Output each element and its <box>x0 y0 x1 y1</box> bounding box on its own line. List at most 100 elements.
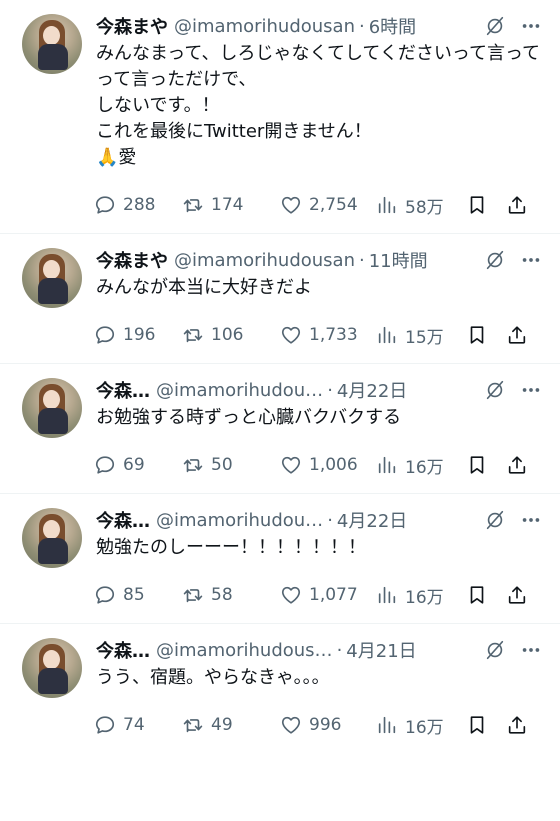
retweet-button[interactable]: 174 <box>182 194 280 216</box>
bookmark-button[interactable] <box>466 584 506 606</box>
like-button[interactable]: 996 <box>280 714 376 736</box>
display-name[interactable]: 今森… <box>96 507 150 533</box>
views-button[interactable]: 16万 <box>376 583 466 608</box>
user-handle[interactable]: @imamorihudous… <box>156 640 333 661</box>
tweet-text: お勉強する時ずっと心臓バクバクする <box>96 407 402 428</box>
avatar[interactable] <box>22 14 82 74</box>
reply-icon <box>95 326 115 344</box>
grok-icon[interactable] <box>482 507 508 533</box>
reply-count: 85 <box>123 585 145 605</box>
separator-dot: · <box>327 509 333 531</box>
retweet-button[interactable]: 49 <box>182 714 280 736</box>
retweet-button[interactable]: 58 <box>182 584 280 606</box>
grok-icon[interactable] <box>482 13 508 39</box>
display-name[interactable]: 今森まや <box>96 247 168 273</box>
display-name[interactable]: 今森まや <box>96 13 168 39</box>
reply-button[interactable]: 74 <box>94 714 182 736</box>
views-chart-icon <box>378 586 396 604</box>
avatar[interactable] <box>22 638 82 698</box>
reply-button[interactable]: 288 <box>94 194 182 216</box>
reply-button[interactable]: 196 <box>94 324 182 346</box>
tweet-header: 今森まや @imamorihudousan · 6時間 <box>96 12 544 40</box>
heart-icon <box>281 716 301 734</box>
share-button[interactable] <box>506 454 534 476</box>
tweet[interactable]: 今森… @imamorihudou… · 4月22日 勉強たのしーーー！！！！！… <box>0 494 560 624</box>
bookmark-button[interactable] <box>466 454 506 476</box>
views-chart-icon <box>378 456 396 474</box>
views-count: 15万 <box>405 327 444 348</box>
share-button[interactable] <box>506 324 534 346</box>
tweet-actions: 85 58 1,077 16万 <box>94 573 554 617</box>
more-options-icon[interactable] <box>518 637 544 663</box>
views-button[interactable]: 16万 <box>376 453 466 478</box>
retweet-count: 58 <box>211 585 233 605</box>
tweet[interactable]: 今森まや @imamorihudousan · 6時間 みんなまって、しろじゃな… <box>0 0 560 234</box>
tweet[interactable]: 今森… @imamorihudous… · 4月21日 うう、宿題。やらなきゃ。… <box>0 624 560 747</box>
more-options-icon[interactable] <box>518 247 544 273</box>
timestamp[interactable]: 4月22日 <box>337 507 407 533</box>
views-button[interactable]: 15万 <box>376 323 466 348</box>
retweet-button[interactable]: 106 <box>182 324 280 346</box>
tweet-text: みんなまって、しろじゃなくてしてくださいって言ってって言っただけで、 しないです… <box>96 43 541 168</box>
like-button[interactable]: 2,754 <box>280 194 376 216</box>
more-options-icon[interactable] <box>518 377 544 403</box>
retweet-icon <box>183 459 203 473</box>
reply-button[interactable]: 69 <box>94 454 182 476</box>
timestamp[interactable]: 4月22日 <box>337 377 407 403</box>
bookmark-icon <box>470 196 484 214</box>
heart-icon <box>281 326 301 344</box>
avatar[interactable] <box>22 378 82 438</box>
like-count: 1,006 <box>309 455 358 475</box>
views-chart-icon <box>378 326 396 344</box>
bookmark-button[interactable] <box>466 714 506 736</box>
tweet[interactable]: 今森… @imamorihudou… · 4月22日 お勉強する時ずっと心臓バク… <box>0 364 560 494</box>
timestamp[interactable]: 11時間 <box>369 247 428 273</box>
like-button[interactable]: 1,077 <box>280 584 376 606</box>
views-chart-icon <box>378 716 396 734</box>
user-handle[interactable]: @imamorihudou… <box>156 510 323 531</box>
tweet[interactable]: 今森まや @imamorihudousan · 11時間 みんなが本当に大好きだ… <box>0 234 560 364</box>
user-handle[interactable]: @imamorihudousan <box>174 250 355 271</box>
grok-icon[interactable] <box>482 247 508 273</box>
more-options-icon[interactable] <box>518 13 544 39</box>
tweet-actions: 69 50 1,006 16万 <box>94 443 554 487</box>
like-button[interactable]: 1,006 <box>280 454 376 476</box>
views-button[interactable]: 58万 <box>376 193 466 218</box>
views-count: 16万 <box>405 587 444 608</box>
timestamp[interactable]: 4月21日 <box>346 637 416 663</box>
heart-icon <box>281 586 301 604</box>
retweet-icon <box>183 329 203 343</box>
share-icon <box>508 586 526 604</box>
bookmark-icon <box>470 326 484 344</box>
like-button[interactable]: 1,733 <box>280 324 376 346</box>
share-button[interactable] <box>506 584 534 606</box>
retweet-count: 50 <box>211 455 233 475</box>
share-icon <box>508 196 526 214</box>
separator-dot: · <box>336 639 343 661</box>
timestamp[interactable]: 6時間 <box>369 13 416 39</box>
avatar[interactable] <box>22 248 82 308</box>
bookmark-icon <box>470 586 484 604</box>
timeline: 今森まや @imamorihudousan · 6時間 みんなまって、しろじゃな… <box>0 0 560 747</box>
heart-icon <box>281 196 301 214</box>
share-button[interactable] <box>506 714 534 736</box>
retweet-icon <box>183 719 203 733</box>
bookmark-button[interactable] <box>466 324 506 346</box>
more-options-icon[interactable] <box>518 507 544 533</box>
display-name[interactable]: 今森… <box>96 377 150 403</box>
views-button[interactable]: 16万 <box>376 713 466 738</box>
display-name[interactable]: 今森… <box>96 637 150 663</box>
tweet-text: うう、宿題。やらなきゃ。。。 <box>96 667 330 688</box>
views-count: 16万 <box>405 717 444 738</box>
grok-icon[interactable] <box>482 377 508 403</box>
share-button[interactable] <box>506 194 534 216</box>
avatar[interactable] <box>22 508 82 568</box>
retweet-button[interactable]: 50 <box>182 454 280 476</box>
bookmark-button[interactable] <box>466 194 506 216</box>
grok-icon[interactable] <box>482 637 508 663</box>
user-handle[interactable]: @imamorihudousan <box>174 16 355 37</box>
reply-button[interactable]: 85 <box>94 584 182 606</box>
tweet-header: 今森… @imamorihudous… · 4月21日 <box>96 636 544 664</box>
like-count: 996 <box>309 715 342 735</box>
user-handle[interactable]: @imamorihudou… <box>156 380 323 401</box>
